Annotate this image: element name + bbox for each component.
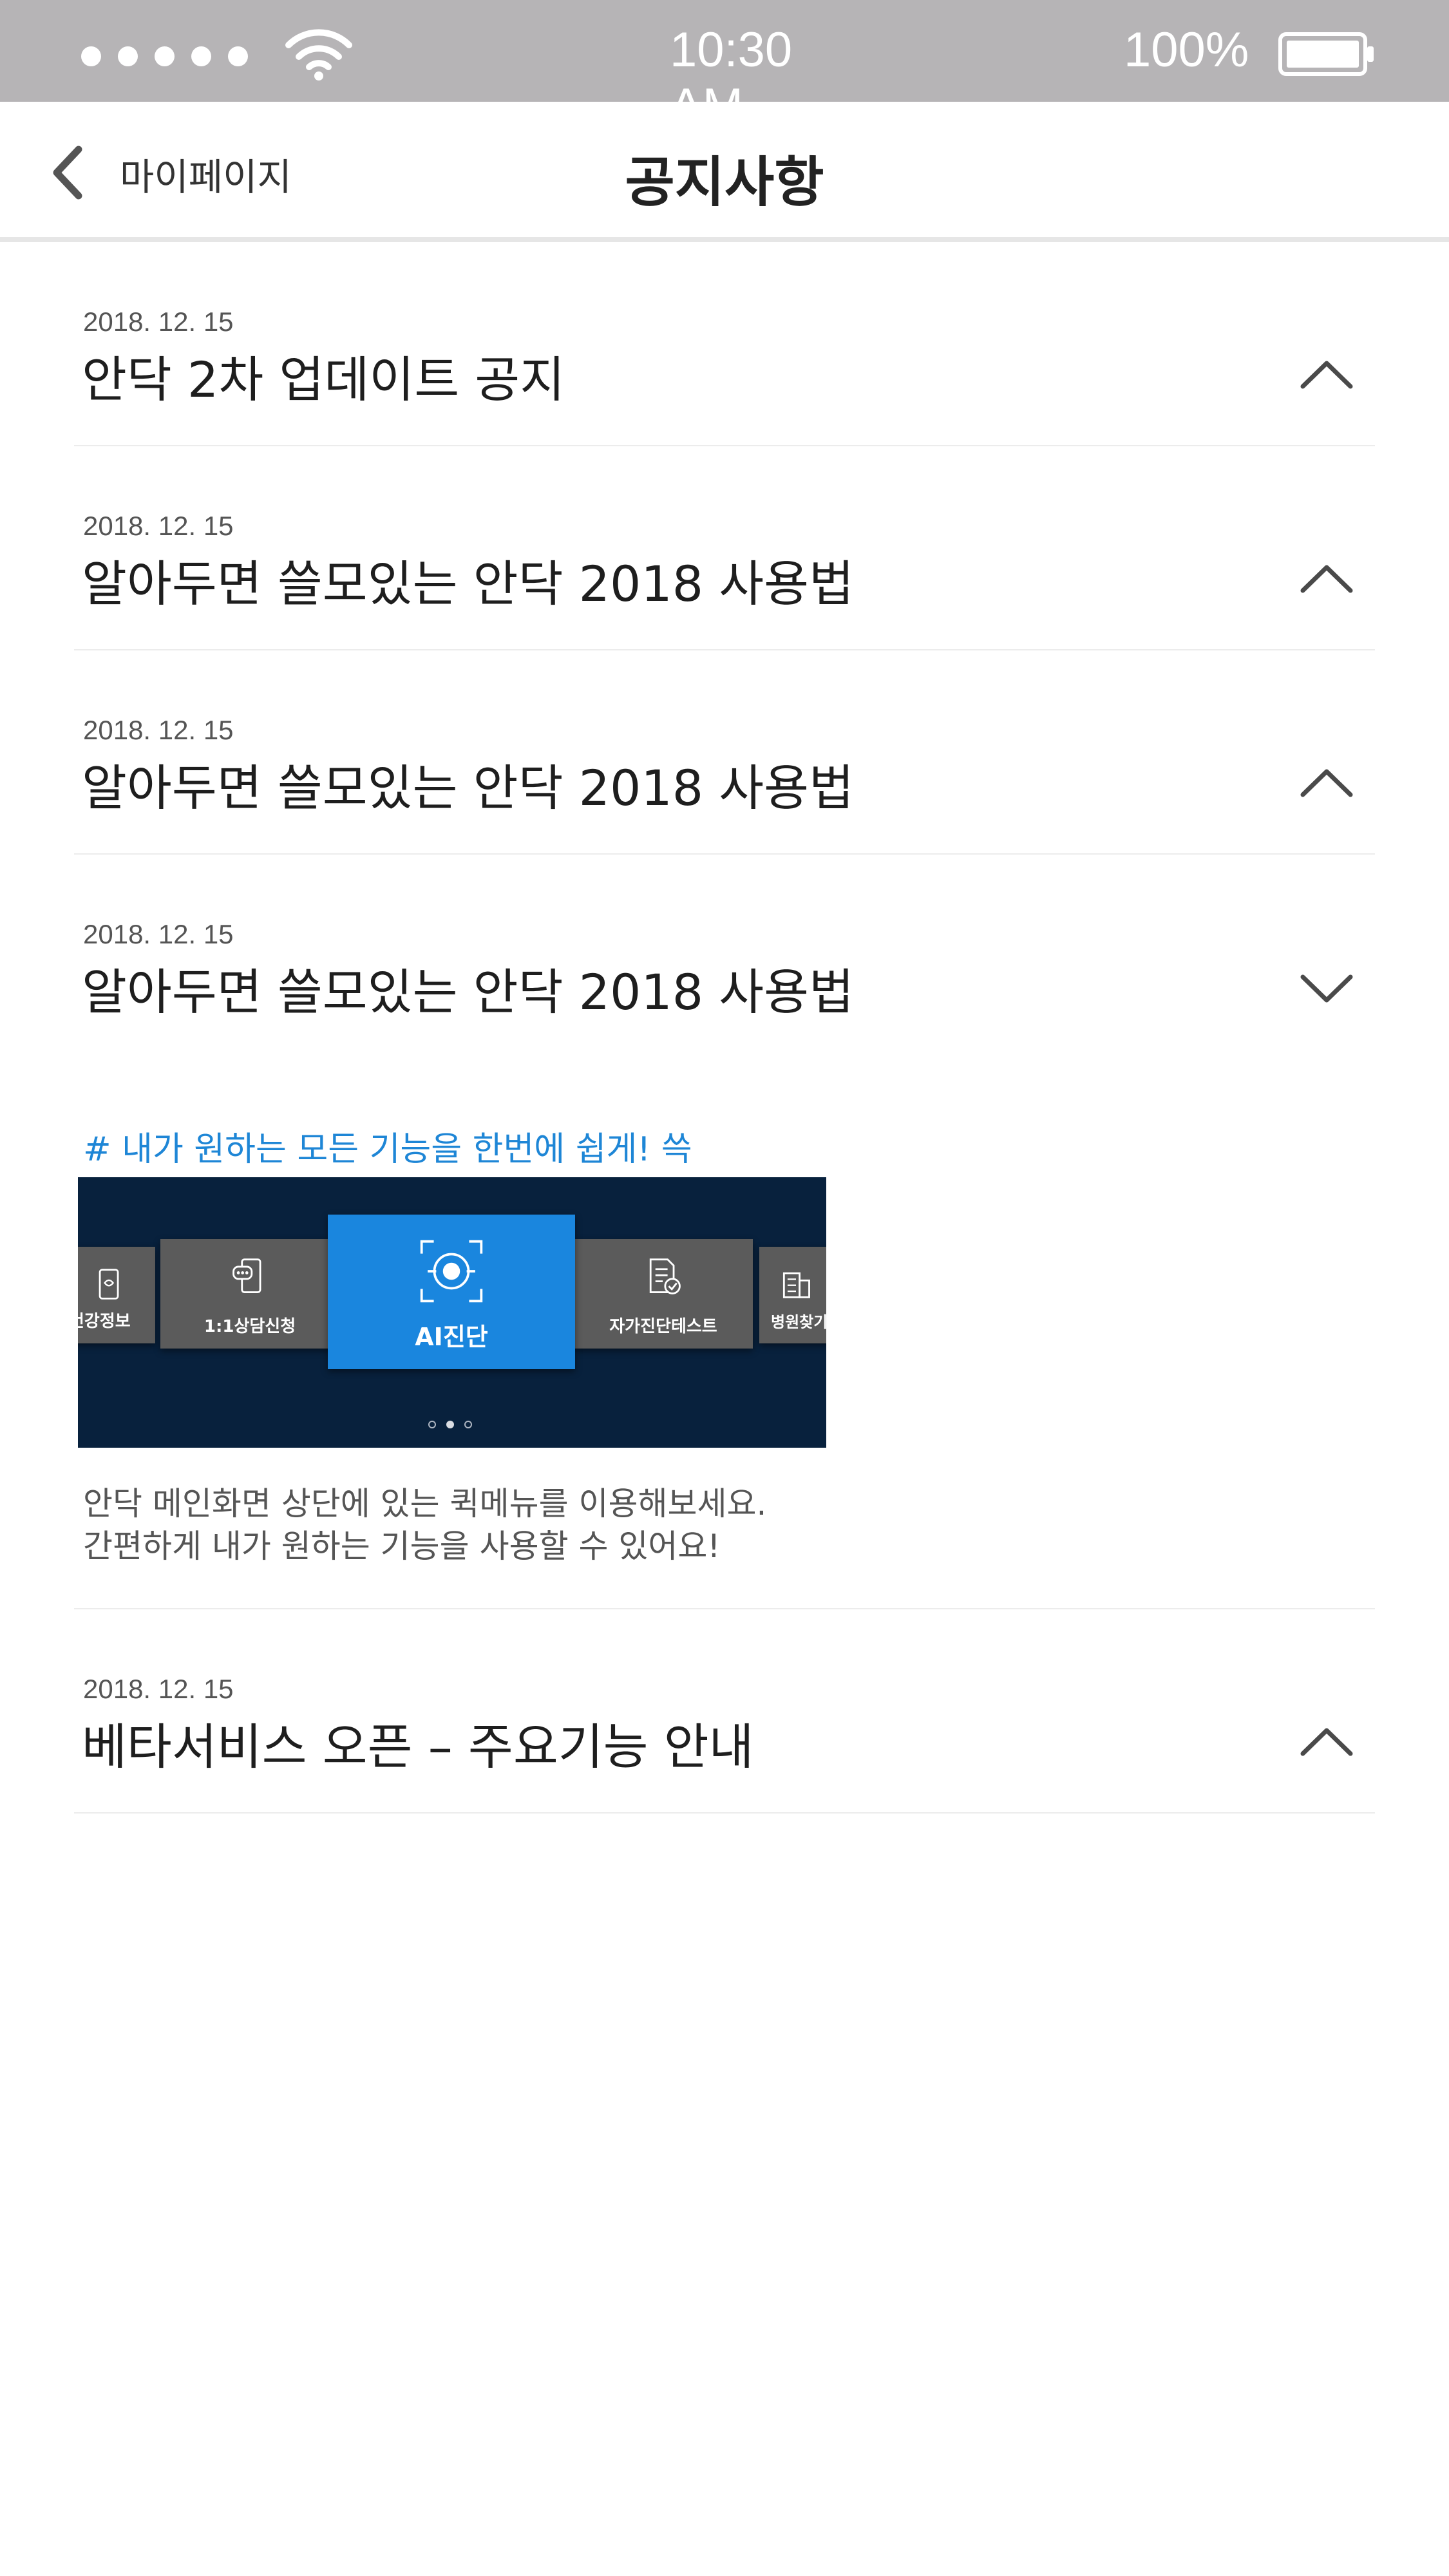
quick-menu-card-health-info: 건강정보 <box>78 1247 155 1343</box>
quick-menu-preview-image: 건강정보 1:1상담신청 <box>78 1177 826 1448</box>
chevron-up-icon[interactable] <box>1298 355 1356 394</box>
self-test-document-icon <box>649 1258 681 1294</box>
signal-strength-icon <box>81 46 248 66</box>
notice-date: 2018. 12. 15 <box>83 511 234 541</box>
notice-header[interactable]: 2018. 12. 15 알아두면 쓸모있는 안닥 2018 사용법 <box>74 446 1375 649</box>
notice-title: 알아두면 쓸모있는 안닥 2018 사용법 <box>82 759 855 817</box>
chevron-up-icon[interactable] <box>1298 560 1356 598</box>
notice-title: 안닥 2차 업데이트 공지 <box>82 351 565 408</box>
notice-body: # 내가 원하는 모든 기능을 한번에 쉽게! 쓱 건강정보 <box>74 1057 1375 1608</box>
carousel-dot <box>428 1421 436 1428</box>
notice-description-line: 간편하게 내가 원하는 기능을 사용할 수 있어요! <box>83 1528 721 1565</box>
notice-list: 2018. 12. 15 안닥 2차 업데이트 공지 2018. 12. 15 … <box>74 242 1375 1814</box>
battery-percent: 100% <box>1124 23 1249 77</box>
notice-description-line: 안닥 메인화면 상단에 있는 퀵메뉴를 이용해보세요. <box>83 1485 767 1522</box>
battery-icon <box>1278 32 1374 76</box>
ai-scan-icon <box>420 1240 483 1303</box>
hospital-building-icon <box>782 1272 810 1298</box>
quick-menu-card-hospital: 병원찾기 <box>759 1247 826 1343</box>
notice-item-expanded[interactable]: 2018. 12. 15 알아두면 쓸모있는 안닥 2018 사용법 # 내가 … <box>74 855 1375 1609</box>
quick-menu-card-self-test: 자가진단테스트 <box>574 1239 753 1349</box>
chat-consult-icon <box>232 1258 261 1293</box>
notice-item[interactable]: 2018. 12. 15 안닥 2차 업데이트 공지 <box>74 242 1375 446</box>
health-info-icon <box>99 1269 119 1300</box>
carousel-dot <box>464 1421 472 1428</box>
quick-menu-card-consult: 1:1상담신청 <box>160 1239 339 1349</box>
notice-title: 알아두면 쓸모있는 안닥 2018 사용법 <box>82 555 855 612</box>
notice-date: 2018. 12. 15 <box>83 1674 234 1704</box>
notice-item[interactable]: 2018. 12. 15 알아두면 쓸모있는 안닥 2018 사용법 <box>74 650 1375 855</box>
chevron-down-icon[interactable] <box>1298 968 1356 1007</box>
notice-item[interactable]: 2018. 12. 15 알아두면 쓸모있는 안닥 2018 사용법 <box>74 446 1375 650</box>
notice-date: 2018. 12. 15 <box>83 919 234 949</box>
notice-date: 2018. 12. 15 <box>83 715 234 745</box>
quick-menu-label: 자가진단테스트 <box>609 1317 717 1336</box>
notice-title: 알아두면 쓸모있는 안닥 2018 사용법 <box>82 963 855 1021</box>
notice-hashtag: # 내가 원하는 모든 기능을 한번에 쉽게! 쓱 <box>83 1130 692 1169</box>
notice-description: 안닥 메인화면 상단에 있는 퀵메뉴를 이용해보세요. 간편하게 내가 원하는 … <box>83 1482 1307 1567</box>
page-title: 공지사항 <box>625 151 824 214</box>
notice-header[interactable]: 2018. 12. 15 알아두면 쓸모있는 안닥 2018 사용법 <box>74 855 1375 1057</box>
wifi-icon <box>285 29 352 80</box>
carousel-dot-active <box>446 1421 454 1428</box>
carousel-page-indicator <box>428 1421 472 1428</box>
quick-menu-label: 1:1상담신청 <box>204 1317 296 1336</box>
notice-header[interactable]: 2018. 12. 15 베타서비스 오픈 – 주요기능 안내 <box>74 1609 1375 1812</box>
quick-menu-label: 건강정보 <box>78 1312 131 1331</box>
quick-menu-label: AI진단 <box>415 1323 488 1351</box>
notice-header[interactable]: 2018. 12. 15 알아두면 쓸모있는 안닥 2018 사용법 <box>74 650 1375 853</box>
notice-item[interactable]: 2018. 12. 15 베타서비스 오픈 – 주요기능 안내 <box>74 1609 1375 1814</box>
quick-menu-card-ai-diagnosis: AI진단 <box>328 1215 575 1369</box>
status-bar: 10:30 AM 100% <box>0 0 1449 133</box>
navigation-bar: 마이페이지 공지사항 <box>0 102 1449 242</box>
notice-date: 2018. 12. 15 <box>83 307 234 337</box>
notice-title: 베타서비스 오픈 – 주요기능 안내 <box>82 1718 754 1776</box>
notice-header[interactable]: 2018. 12. 15 안닥 2차 업데이트 공지 <box>74 242 1375 445</box>
chevron-up-icon[interactable] <box>1298 1723 1356 1761</box>
chevron-up-icon[interactable] <box>1298 764 1356 802</box>
quick-menu-label: 병원찾기 <box>771 1313 826 1331</box>
